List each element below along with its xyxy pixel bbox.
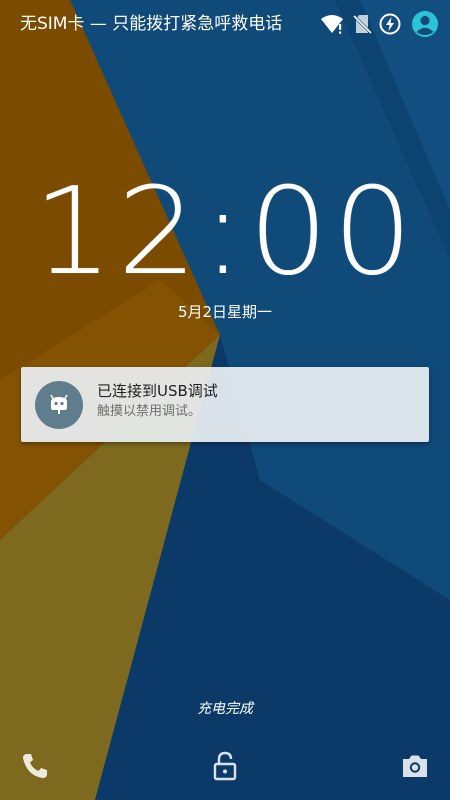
phone-icon[interactable] [19,750,51,782]
unlock-icon[interactable] [209,750,241,782]
status-bar[interactable]: 无SIM卡 — 只能拨打紧急呼救电话 [0,0,450,48]
camera-icon[interactable] [399,750,431,782]
usb-debugging-notification[interactable]: 已连接到USB调试 触摸以禁用调试。 [21,367,429,442]
wifi-icon [321,15,343,34]
lockscreen-date: 5月2日星期一 [177,303,273,321]
lock-screen: 无SIM卡 — 只能拨打紧急呼救电话 12:00 5月2日星期一 已连接到USB… [0,0,450,800]
notification-title: 已连接到USB调试 [97,382,218,400]
carrier-status-text: 无SIM卡 — 只能拨打紧急呼救电话 [20,14,283,34]
user-avatar-icon[interactable] [411,10,439,38]
charging-status-text: 充电完成 [197,701,253,717]
notification-text: 触摸以禁用调试。 [97,404,202,419]
charging-icon [379,13,401,35]
lockscreen-clock: 12:00 [32,163,418,302]
cyanogenmod-bugdroid-icon [50,394,68,414]
no-sim-icon [352,14,373,35]
notification-icon-circle [35,381,83,429]
